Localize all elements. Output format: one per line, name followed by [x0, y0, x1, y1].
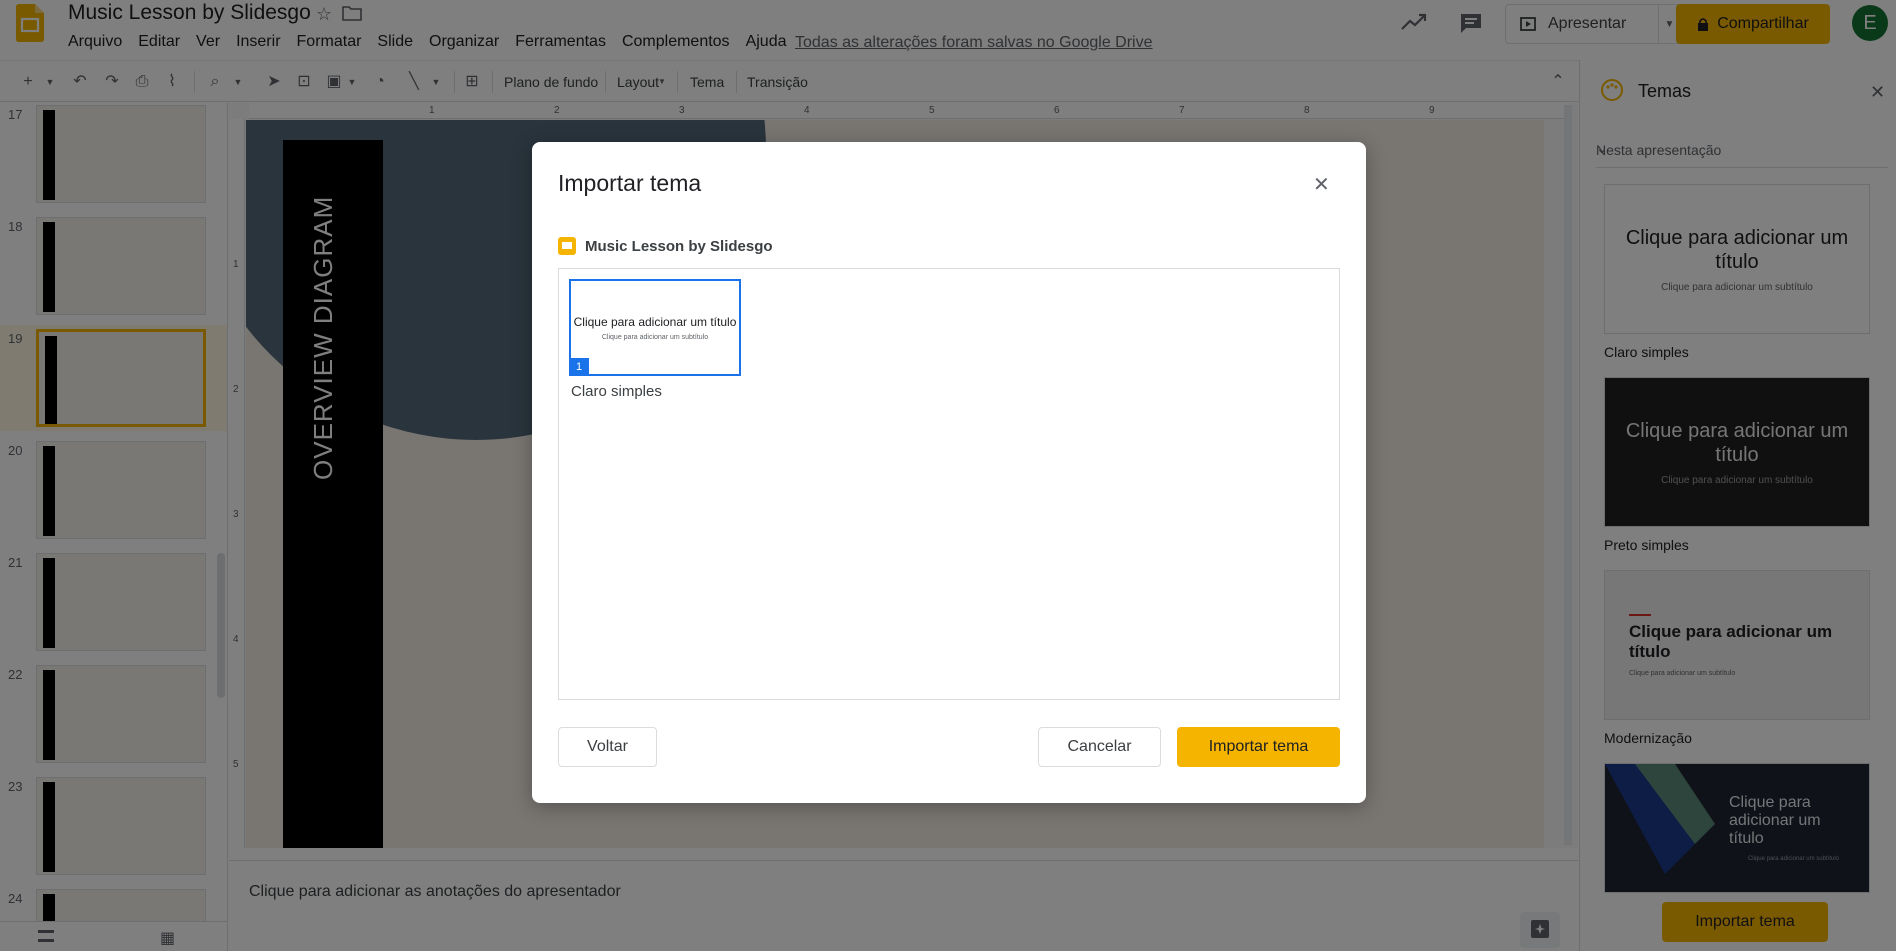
dialog-title: Importar tema [558, 170, 702, 196]
theme-thumbnail-selected[interactable]: Clique para adicionar um título Clique p… [569, 279, 741, 376]
theme-thumbnail-title: Clique para adicionar um título [573, 314, 737, 329]
import-theme-button[interactable]: Importar tema [1177, 727, 1340, 767]
source-presentation-name: Music Lesson by Slidesgo [585, 238, 773, 255]
theme-thumbnail-label: Claro simples [571, 383, 662, 400]
import-theme-dialog: Importar tema ✕ Music Lesson by Slidesgo… [532, 142, 1366, 803]
slides-file-icon [558, 237, 576, 255]
close-icon[interactable]: ✕ [1313, 172, 1330, 197]
theme-selection-badge: 1 [569, 358, 589, 376]
theme-grid: Clique para adicionar um título Clique p… [558, 268, 1340, 700]
cancel-button[interactable]: Cancelar [1038, 727, 1161, 767]
theme-thumbnail-subtitle: Clique para adicionar um subtítulo [601, 333, 709, 341]
back-button[interactable]: Voltar [558, 727, 657, 767]
